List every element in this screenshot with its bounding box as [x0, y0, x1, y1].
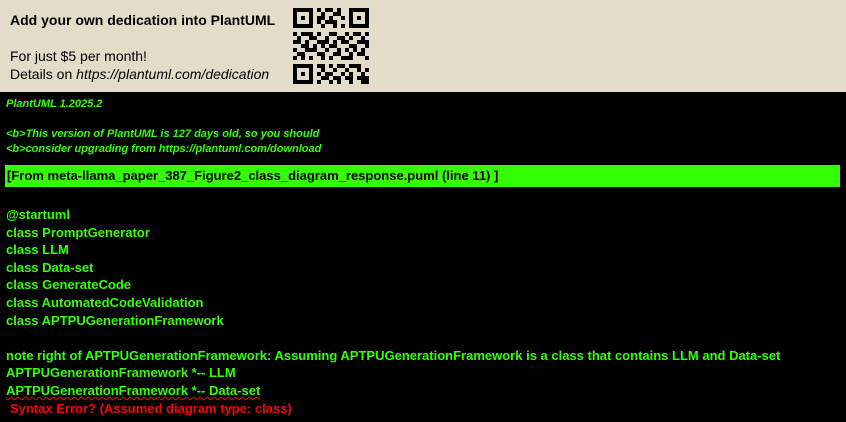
code-line: class APTPUGenerationFramework — [6, 313, 224, 328]
code-line: APTPUGenerationFramework *-- LLM — [6, 365, 236, 380]
banner-price-text: For just $5 per month! — [10, 48, 147, 64]
syntax-error-message: Syntax Error? (Assumed diagram type: cla… — [10, 401, 292, 416]
code-line: class Data-set — [6, 260, 94, 275]
code-line: class GenerateCode — [6, 277, 132, 292]
code-line: class AutomatedCodeValidation — [6, 295, 204, 310]
code-line: note right of APTPUGenerationFramework: … — [6, 348, 781, 363]
upgrade-warning-line-2: <b>consider upgrading from https://plant… — [6, 143, 322, 155]
error-source-bar: [From meta-llama_paper_387_Figure2_class… — [5, 165, 840, 187]
plantuml-error-image: Add your own dedication into PlantUML Fo… — [0, 0, 846, 422]
banner-details-text: Details on https://plantuml.com/dedicati… — [10, 66, 269, 82]
qr-code-icon — [293, 8, 369, 84]
banner-details-prefix: Details on — [10, 66, 77, 82]
error-code-line: APTPUGenerationFramework *-- Data-set — [6, 383, 260, 398]
dedication-banner: Add your own dedication into PlantUML Fo… — [0, 0, 846, 92]
banner-title: Add your own dedication into PlantUML — [10, 12, 276, 28]
code-line: class PromptGenerator — [6, 225, 150, 240]
code-line: class LLM — [6, 242, 69, 257]
dedication-link[interactable]: https://plantuml.com/dedication — [76, 66, 269, 82]
error-source-text: [From meta-llama_paper_387_Figure2_class… — [7, 168, 499, 183]
upgrade-warning-line-1: <b>This version of PlantUML is 127 days … — [6, 128, 320, 140]
error-underlined-text: APTPUGenerationFramework *-- Data-set — [6, 383, 261, 398]
plantuml-version: PlantUML 1.2025.2 — [6, 98, 103, 110]
code-line: @startuml — [6, 207, 70, 222]
